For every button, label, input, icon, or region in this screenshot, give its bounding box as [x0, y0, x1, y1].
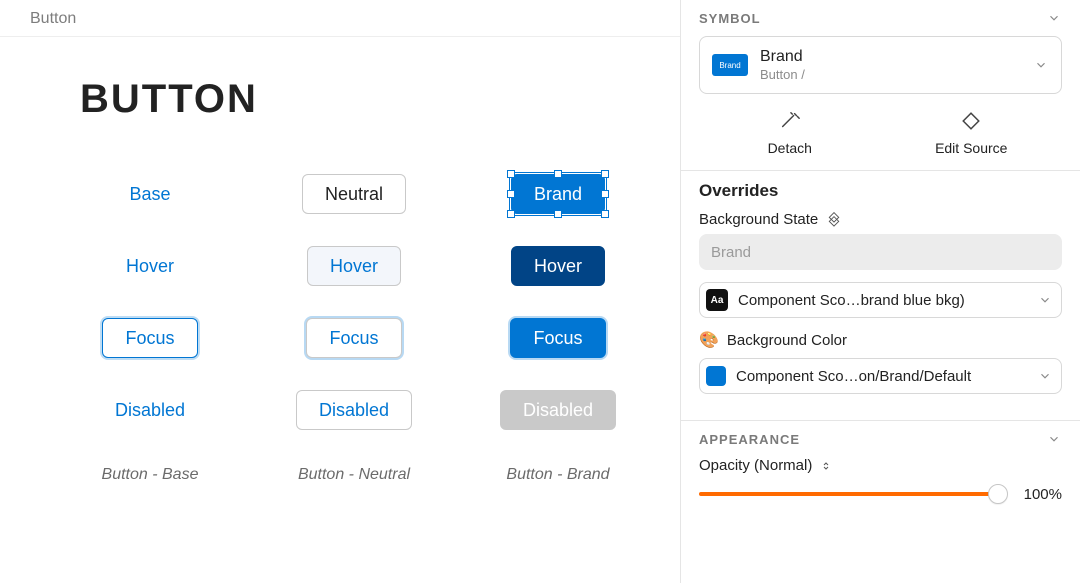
resize-handle-mid-left[interactable]	[507, 190, 515, 198]
caption-brand: Button - Brand	[488, 466, 628, 484]
column-captions: Button - Base Button - Neutral Button - …	[80, 466, 680, 484]
symbol-path: Button /	[760, 67, 1021, 83]
detach-icon	[777, 108, 803, 134]
selected-layer[interactable]: Brand	[511, 174, 605, 214]
canvas-pane: Button BUTTON Base Neutral Brand	[0, 0, 680, 583]
chevron-down-icon[interactable]	[1033, 57, 1049, 73]
inspector-panel: SYMBOL Brand Brand Button /	[680, 0, 1080, 583]
text-style-select[interactable]: Aa Component Sco…brand blue bkg)	[699, 282, 1062, 318]
resize-handle-top-center[interactable]	[554, 170, 562, 178]
chevron-down-icon[interactable]	[1037, 368, 1053, 384]
opacity-mode-label: Opacity (Normal)	[699, 457, 812, 474]
caption-base: Button - Base	[80, 466, 220, 484]
diamond-icon	[958, 108, 984, 134]
slider-thumb[interactable]	[988, 484, 1008, 504]
edit-source-label: Edit Source	[935, 140, 1007, 156]
btn-base-hover[interactable]: Hover	[104, 246, 196, 286]
color-swatch	[706, 366, 726, 386]
section-symbol: SYMBOL Brand Brand Button /	[681, 0, 1080, 171]
resize-handle-top-right[interactable]	[601, 170, 609, 178]
btn-base-base[interactable]: Base	[107, 174, 192, 214]
chevron-down-icon[interactable]	[1046, 10, 1062, 26]
btn-brand-hover[interactable]: Hover	[511, 246, 605, 286]
section-overrides: Overrides Background State Aa Component …	[681, 171, 1080, 421]
btn-brand-disabled[interactable]: Disabled	[500, 390, 616, 430]
btn-brand-base[interactable]: Brand	[511, 174, 605, 214]
btn-base-disabled[interactable]: Disabled	[93, 390, 207, 430]
chevron-down-icon[interactable]	[1037, 292, 1053, 308]
background-state-field[interactable]	[699, 234, 1062, 270]
detach-label: Detach	[768, 140, 812, 156]
symbol-source-row[interactable]: Brand Brand Button /	[699, 36, 1062, 94]
symbol-thumbnail: Brand	[712, 54, 748, 76]
btn-base-focus[interactable]: Focus	[102, 318, 197, 358]
btn-neutral-hover[interactable]: Hover	[307, 246, 401, 286]
detach-button[interactable]: Detach	[699, 108, 881, 156]
background-color-label: Background Color	[727, 332, 847, 349]
overrides-section-title: Overrides	[699, 181, 1062, 201]
text-style-value: Component Sco…brand blue bkg)	[738, 292, 1027, 309]
appearance-section-title: APPEARANCE	[699, 432, 800, 447]
btn-neutral-base[interactable]: Neutral	[302, 174, 406, 214]
btn-neutral-disabled[interactable]: Disabled	[296, 390, 412, 430]
text-style-badge-icon: Aa	[706, 289, 728, 311]
resize-handle-bottom-center[interactable]	[554, 210, 562, 218]
symbol-name: Brand	[760, 47, 1021, 67]
btn-brand-focus[interactable]: Focus	[510, 318, 605, 358]
button-variants-grid: Base Neutral Brand Hover Hover	[80, 170, 680, 434]
edit-source-button[interactable]: Edit Source	[881, 108, 1063, 156]
background-color-value: Component Sco…on/Brand/Default	[736, 368, 1027, 385]
resize-handle-bottom-right[interactable]	[601, 210, 609, 218]
opacity-value: 100%	[1012, 486, 1062, 503]
stacked-diamond-icon	[826, 212, 842, 228]
chevron-down-icon[interactable]	[1046, 431, 1062, 447]
background-color-select[interactable]: Component Sco…on/Brand/Default	[699, 358, 1062, 394]
resize-handle-mid-right[interactable]	[601, 190, 609, 198]
background-state-label: Background State	[699, 211, 818, 228]
stepper-icon[interactable]	[820, 458, 832, 474]
section-appearance: APPEARANCE Opacity (Normal) 100%	[681, 421, 1080, 518]
opacity-slider[interactable]	[699, 484, 998, 504]
artboard[interactable]: BUTTON Base Neutral Brand	[0, 37, 680, 583]
btn-neutral-focus[interactable]: Focus	[306, 318, 401, 358]
resize-handle-top-left[interactable]	[507, 170, 515, 178]
palette-icon: 🎨	[699, 330, 719, 350]
artboard-title: BUTTON	[80, 77, 680, 122]
caption-neutral: Button - Neutral	[284, 466, 424, 484]
canvas-tab-label: Button	[0, 0, 680, 37]
slider-track	[699, 492, 998, 496]
symbol-section-title: SYMBOL	[699, 11, 761, 26]
resize-handle-bottom-left[interactable]	[507, 210, 515, 218]
